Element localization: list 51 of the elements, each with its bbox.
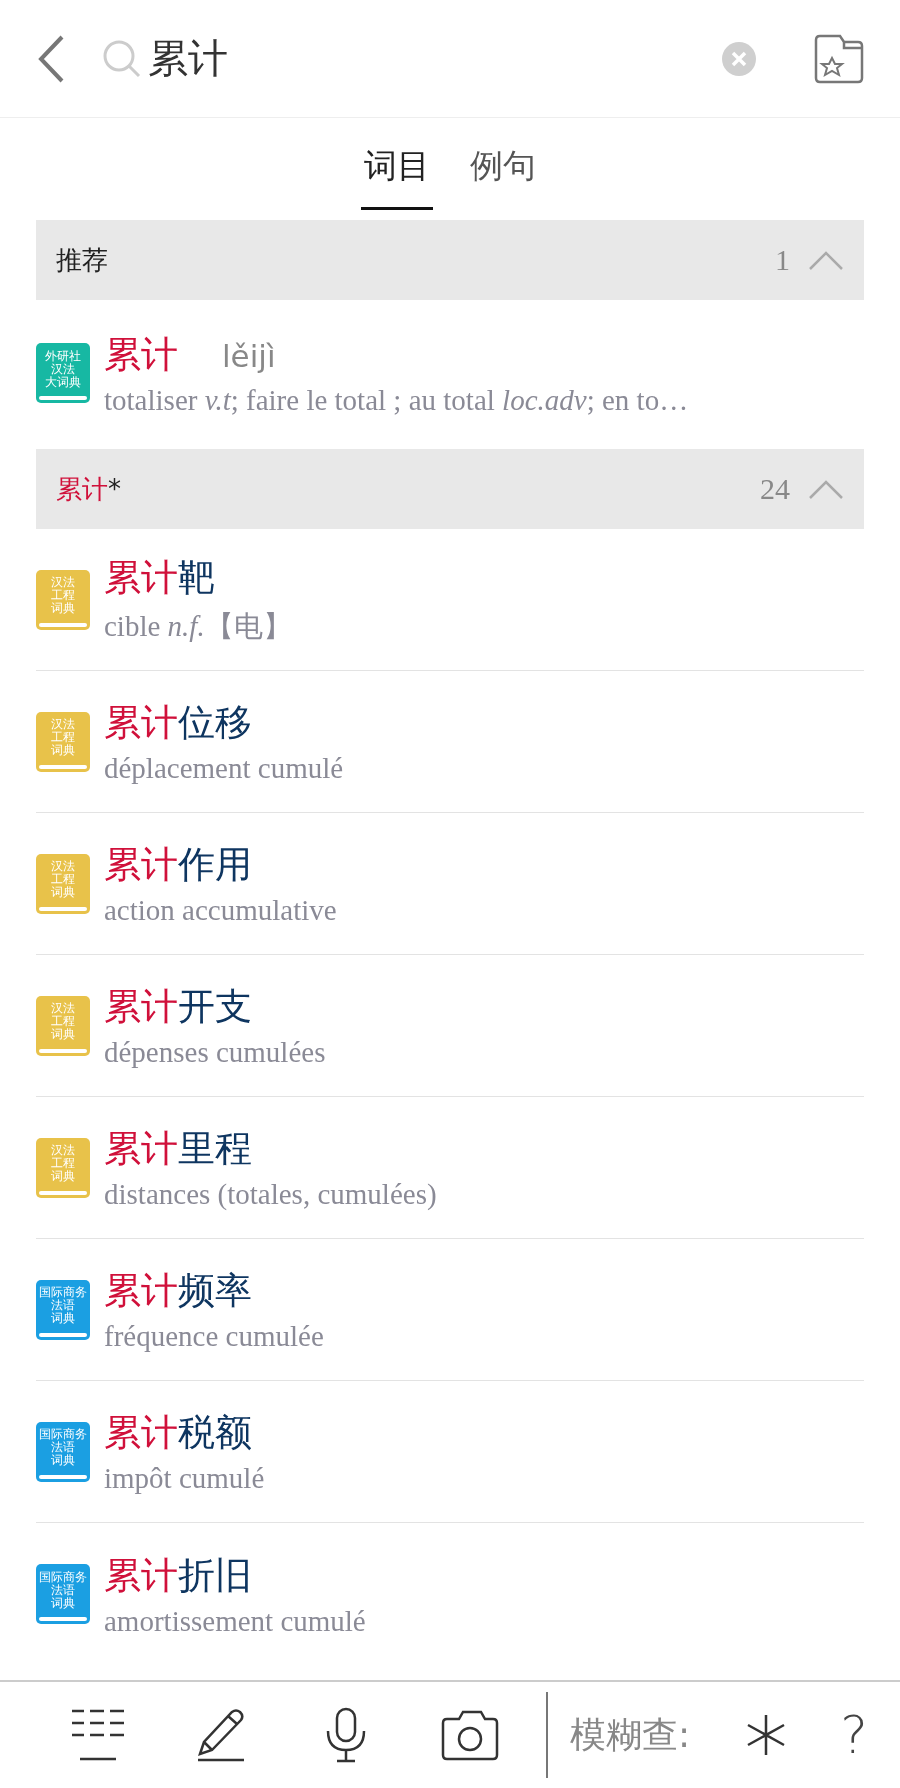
book-icon: 国际商务 法语 词典 [36, 1421, 90, 1482]
book-icon: 汉法 工程 词典 [36, 853, 90, 914]
headword: 累计靶 [104, 554, 215, 601]
search-icon [102, 38, 142, 79]
definition: fréquence cumulée [104, 1320, 324, 1353]
definition: totaliser v.t; faire le total ; au total loc.adv; en to… [104, 383, 689, 417]
entry-row[interactable]: 汉法 工程 词典 累计里程 distances (totales, cumulées) [36, 1097, 864, 1239]
result-count: 24 [760, 472, 790, 506]
entry-row[interactable]: 国际商务 法语 词典 累计折旧 amortissement cumulé [36, 1523, 864, 1665]
search-query[interactable]: 累计 [148, 31, 722, 86]
back-icon[interactable] [36, 33, 66, 84]
book-icon: 汉法 工程 词典 [36, 1137, 90, 1198]
book-icon: 汉法 工程 词典 [36, 569, 90, 630]
headword: 累计折旧 [104, 1552, 252, 1599]
tab[interactable]: 词目 [361, 118, 433, 210]
entry-row[interactable]: 国际商务 法语 词典 累计税额 impôt cumulé [36, 1381, 864, 1523]
headword: 累计税额 [104, 1410, 252, 1456]
entry-row[interactable]: 汉法 工程 词典 累计开支 dépenses cumulées [36, 955, 864, 1097]
headword: 累计位移 [104, 700, 252, 746]
pinyin: lěijì [222, 337, 276, 374]
headword: 累计作用 [104, 842, 252, 888]
result-count: 1 [775, 243, 790, 277]
definition: amortissement cumulé [104, 1604, 366, 1638]
definition: action accumulative [104, 894, 337, 927]
definition: cible n.f.【电】 [104, 608, 292, 644]
definition: impôt cumulé [104, 1462, 265, 1495]
definition: dépenses cumulées [104, 1036, 326, 1069]
book-icon: 汉法 工程 词典 [36, 711, 90, 772]
entry-row[interactable]: 汉法 工程 词典 累计位移 déplacement cumulé [36, 671, 864, 813]
definition: distances (totales, cumulées) [104, 1178, 437, 1211]
headword: 累计频率 [104, 1268, 252, 1314]
book-icon: 国际商务 法语 词典 [36, 1279, 90, 1340]
headword: 累计里程 [104, 1126, 252, 1172]
book-icon: 外研社 汉法 大词典 [36, 343, 90, 403]
entry-row[interactable]: 外研社 汉法 大词典 累计 lěijì totaliser v.t; faire le total ; au total loc.adv; en to… [36, 300, 864, 446]
section-header[interactable]: 推荐 1 [36, 220, 864, 300]
favorite-folder-icon[interactable] [814, 33, 864, 84]
tab[interactable]: 例句 [467, 118, 539, 210]
book-icon: 国际商务 法语 词典 [36, 1564, 90, 1624]
entry-row[interactable]: 汉法 工程 词典 累计靶 cible n.f.【电】 [36, 529, 864, 671]
headword: 累计开支 [104, 984, 252, 1030]
section-label: 累计* [56, 472, 122, 506]
entry-row[interactable]: 国际商务 法语 词典 累计频率 fréquence cumulée [36, 1239, 864, 1381]
section-header[interactable]: 累计* 24 [36, 449, 864, 529]
headword: 累计 [104, 331, 178, 378]
definition: déplacement cumulé [104, 752, 344, 785]
fuzzy-search-label: 模糊查: [570, 1712, 691, 1757]
question-key[interactable]: ? [834, 1705, 874, 1765]
section-label: 推荐 [56, 243, 109, 277]
entry-row[interactable]: 汉法 工程 词典 累计作用 action accumulative [36, 813, 864, 955]
book-icon: 汉法 工程 词典 [36, 995, 90, 1056]
